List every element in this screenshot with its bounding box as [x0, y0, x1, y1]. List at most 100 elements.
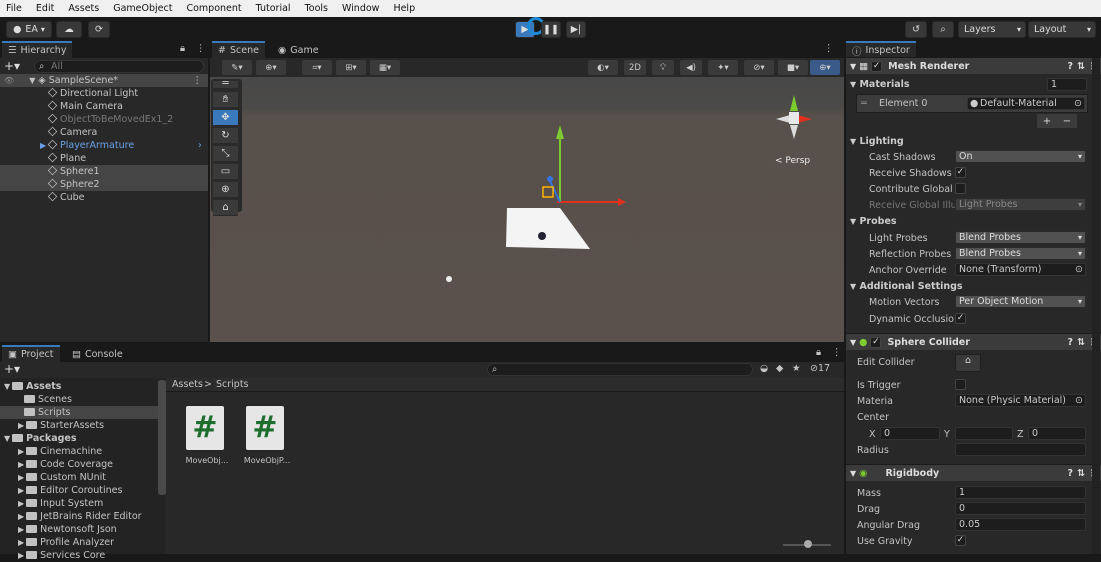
object-picker-icon[interactable]: ⊙	[1075, 264, 1083, 275]
project-tree-item[interactable]: ▶ Editor Coroutines	[0, 484, 158, 497]
collapse-icon[interactable]: ▶	[18, 499, 24, 508]
y-axis-arrow[interactable]	[556, 125, 564, 139]
pause-button[interactable]: ❚❚	[541, 21, 561, 38]
drag-field[interactable]: 0	[955, 502, 1086, 515]
mass-field[interactable]: 1	[955, 486, 1086, 499]
more-icon[interactable]: ⋮	[193, 74, 203, 87]
effects-button[interactable]: ✦▾	[708, 60, 738, 75]
cloud-button[interactable]: ☁	[56, 21, 82, 38]
hierarchy-scene-row[interactable]: 👁︎ ▼ ◈ SampleScene* ⋮	[0, 74, 208, 87]
project-search-input[interactable]: ⌕	[487, 363, 753, 376]
project-tree-item[interactable]: ▶ JetBrains Rider Editor	[0, 510, 158, 523]
tab-hierarchy[interactable]: ☰ Hierarchy	[2, 41, 73, 58]
collapse-icon[interactable]: ▶	[18, 538, 24, 547]
menu-tutorial[interactable]: Tutorial	[256, 3, 291, 14]
tab-scene[interactable]: # Scene	[212, 41, 265, 58]
hierarchy-item[interactable]: Main Camera	[0, 100, 208, 113]
collapse-icon[interactable]: ▶	[18, 486, 24, 495]
hierarchy-item[interactable]: PlayerArmature ▶ ›	[0, 139, 208, 152]
tree-scrollbar[interactable]	[158, 380, 166, 495]
more-icon[interactable]: ⋮	[824, 43, 834, 54]
perspective-label[interactable]: < Persp	[775, 156, 810, 166]
lighting-toggle[interactable]: 💡︎	[652, 60, 674, 75]
x-axis-arrow[interactable]	[618, 198, 626, 206]
collapse-icon[interactable]: ▶	[18, 473, 24, 482]
remove-element-button[interactable]: −	[1063, 116, 1071, 127]
pivot-button[interactable]: ⌗▾	[302, 60, 332, 75]
tab-inspector[interactable]: ⓘ Inspector	[846, 41, 916, 58]
layout-dropdown[interactable]: Layout ▾	[1028, 21, 1096, 38]
preset-icon[interactable]: ⇅	[1077, 61, 1085, 72]
z-axis-arrow[interactable]	[547, 176, 553, 182]
z-axis-handle[interactable]	[549, 180, 561, 203]
hierarchy-item[interactable]: Sphere1	[0, 165, 208, 178]
orientation-gizmo[interactable]	[772, 81, 832, 151]
tab-game[interactable]: ◉ Game	[272, 41, 325, 58]
search-by-label-icon[interactable]: ◆	[776, 363, 783, 374]
layers-dropdown[interactable]: Layers ▾	[958, 21, 1026, 38]
hierarchy-item[interactable]: ObjectToBeMovedEx1_2	[0, 113, 208, 126]
help-icon[interactable]: ?	[1067, 61, 1073, 72]
materials-count[interactable]: 1	[1047, 78, 1087, 91]
material-field[interactable]: None (Physic Material) ⊙	[955, 394, 1086, 407]
mesh-renderer-header[interactable]: ▼ ▦ ✓ Mesh Renderer ? ⇅ ⋮	[846, 57, 1101, 74]
rigidbody-header[interactable]: ▼ ◉ Rigidbody ? ⇅ ⋮	[846, 464, 1101, 481]
hierarchy-item[interactable]: Plane	[0, 152, 208, 165]
plane-object[interactable]	[506, 208, 590, 249]
sphere-collider-enabled[interactable]: ✓	[870, 336, 882, 348]
menu-gameobject[interactable]: GameObject	[113, 3, 172, 14]
expand-icon[interactable]: ▼	[4, 434, 10, 443]
shading-button[interactable]: ◐▾	[588, 60, 618, 75]
help-icon[interactable]: ?	[1067, 468, 1073, 479]
materials-foldout[interactable]: ▼ Materials	[850, 79, 910, 90]
tab-console[interactable]: ▤ Console	[66, 345, 129, 362]
menu-edit[interactable]: Edit	[36, 3, 54, 14]
contribute-gi-checkbox[interactable]	[955, 183, 966, 194]
center-x-field[interactable]: 0	[880, 427, 940, 440]
project-tree-item[interactable]: ▶ Cinemachine	[0, 445, 158, 458]
motion-vectors-dropdown[interactable]: Per Object Motion	[955, 295, 1086, 308]
project-tree-item[interactable]: ▶ Custom NUnit	[0, 471, 158, 484]
radius-field[interactable]	[955, 443, 1086, 456]
menu-assets[interactable]: Assets	[68, 3, 99, 14]
create-asset-button[interactable]: +▾	[4, 362, 20, 376]
project-tree-item[interactable]: ▶ Code Coverage	[0, 458, 158, 471]
additional-settings-foldout[interactable]: ▼ Additional Settings	[850, 281, 963, 292]
dynamic-occlusion-checkbox[interactable]: ✓	[955, 313, 966, 324]
gizmos-button[interactable]: ⊕▾	[810, 60, 840, 75]
object-picker-icon[interactable]: ⊙	[1074, 98, 1082, 109]
favorite-icon[interactable]: ★	[792, 363, 801, 374]
search-button[interactable]: ⌕	[932, 21, 954, 38]
camera-button[interactable]: ■▾	[778, 60, 808, 75]
hierarchy-item[interactable]: Directional Light	[0, 87, 208, 100]
breadcrumb-scripts[interactable]: Scripts	[216, 379, 249, 390]
collab-button[interactable]: ⟳	[88, 21, 110, 38]
hidden-toggle[interactable]: ⊘▾	[744, 60, 774, 75]
lock-icon[interactable]: 🔒︎	[180, 43, 185, 54]
use-gravity-checkbox[interactable]: ✓	[955, 535, 966, 546]
hidden-packages-icon[interactable]: ⊘17	[810, 363, 830, 374]
expand-icon[interactable]: ▶	[40, 139, 46, 152]
hierarchy-item[interactable]: Cube	[0, 191, 208, 204]
chevron-right-icon[interactable]: ›	[198, 139, 202, 152]
project-tree-item[interactable]: ▶ Services Core	[0, 549, 158, 562]
lock-icon[interactable]: 🔒︎	[816, 347, 821, 358]
script-file[interactable]: # MoveObj...	[182, 404, 232, 474]
is-trigger-checkbox[interactable]	[955, 379, 966, 390]
project-tree-item[interactable]: ▶ Input System	[0, 497, 158, 510]
receive-shadows-checkbox[interactable]: ✓	[955, 167, 966, 178]
collapse-icon[interactable]: ▶	[18, 525, 24, 534]
collapse-icon[interactable]: ▶	[18, 447, 24, 456]
project-tree-item[interactable]: Scenes	[0, 393, 158, 406]
collapse-icon[interactable]: ▶	[18, 551, 24, 560]
more-icon[interactable]: ⋮	[832, 347, 842, 358]
collapse-icon[interactable]: ▶	[18, 512, 24, 521]
center-y-field[interactable]	[955, 427, 1013, 440]
project-tree-item[interactable]: ▼ Packages	[0, 432, 158, 445]
scene-viewport[interactable]: ═ ✋︎ ✥ ↻ ⤡ ▭ ⊕ ⌂ < Persp	[210, 77, 844, 342]
2d-toggle[interactable]: 2D	[624, 60, 646, 75]
add-element-button[interactable]: +	[1043, 116, 1051, 127]
reflection-probes-dropdown[interactable]: Blend Probes	[955, 247, 1086, 260]
collapse-icon[interactable]: ▶	[18, 421, 24, 430]
project-tree-item[interactable]: ▶ StarterAssets	[0, 419, 158, 432]
